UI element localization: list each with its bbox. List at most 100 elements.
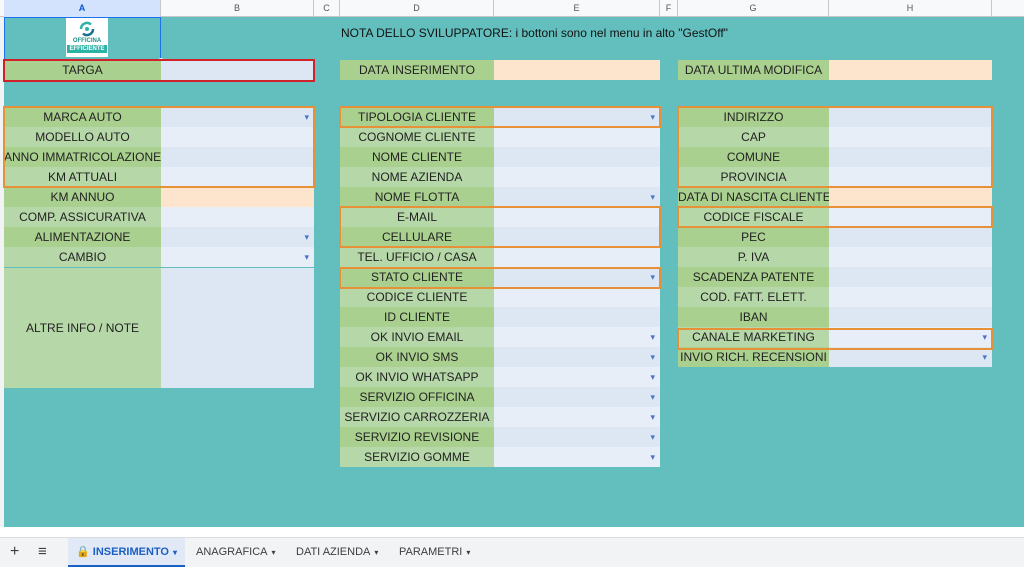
chevron-down-icon[interactable]: ▾: [304, 227, 309, 247]
tab-dati-azienda[interactable]: DATI AZIENDA ▾: [288, 538, 386, 567]
chevron-down-icon[interactable]: ▾: [650, 427, 655, 447]
address-field-label: INVIO RICH. RECENSIONI: [678, 347, 829, 367]
vehicle-field-input[interactable]: [161, 147, 314, 167]
client-field-label: NOME AZIENDA: [340, 167, 494, 187]
client-field-label: SERVIZIO CARROZZERIA: [340, 407, 494, 427]
lock-icon: 🔒: [76, 546, 90, 558]
address-field-input[interactable]: [829, 287, 992, 307]
column-header-a[interactable]: A: [4, 0, 161, 17]
client-field-input[interactable]: ▾: [494, 367, 660, 387]
address-field-label: IBAN: [678, 307, 829, 327]
data-ultima-modifica-input[interactable]: [829, 60, 992, 80]
address-field-label: CANALE MARKETING: [678, 327, 829, 347]
chevron-down-icon[interactable]: ▾: [650, 387, 655, 407]
menu-icon[interactable]: ≡: [38, 538, 47, 567]
address-field-input[interactable]: [829, 127, 992, 147]
vehicle-field-input[interactable]: ▾: [161, 227, 314, 247]
tab-parametri[interactable]: PARAMETRI ▾: [391, 538, 478, 567]
address-field-input[interactable]: [829, 267, 992, 287]
column-header-b[interactable]: B: [161, 0, 314, 17]
column-header-extra[interactable]: [992, 0, 1024, 17]
spreadsheet-grid[interactable]: OFFICINA EFFICIENTE NOTA DELLO SVILUPPAT…: [0, 17, 1024, 527]
client-field-input[interactable]: ▾: [494, 347, 660, 367]
client-field-input[interactable]: ▾: [494, 267, 660, 287]
chevron-down-icon[interactable]: ▾: [650, 447, 655, 467]
vehicle-field-input[interactable]: [161, 207, 314, 227]
tab-inserimento[interactable]: 🔒 INSERIMENTO ▾: [68, 538, 185, 567]
chevron-down-icon[interactable]: ▾: [650, 107, 655, 127]
address-field-input[interactable]: [829, 107, 992, 127]
chevron-down-icon[interactable]: ▾: [650, 367, 655, 387]
client-field-input[interactable]: [494, 307, 660, 327]
address-field-label: P. IVA: [678, 247, 829, 267]
chevron-down-icon[interactable]: ▾: [304, 247, 309, 267]
client-field-input[interactable]: [494, 147, 660, 167]
column-header-c[interactable]: C: [314, 0, 340, 17]
logo-cell[interactable]: OFFICINA EFFICIENTE: [4, 17, 161, 61]
address-field-input[interactable]: ▾: [829, 347, 992, 367]
client-field-label: CODICE CLIENTE: [340, 287, 494, 307]
vehicle-field-input[interactable]: [161, 187, 314, 207]
address-field-input[interactable]: [829, 247, 992, 267]
address-field-input[interactable]: [829, 187, 992, 207]
client-field-input[interactable]: [494, 167, 660, 187]
vehicle-field-label: CAMBIO: [4, 247, 161, 267]
column-header-bar: A B C D E F G H: [0, 0, 1024, 17]
client-field-input[interactable]: [494, 247, 660, 267]
address-field-input[interactable]: [829, 227, 992, 247]
targa-input[interactable]: [161, 60, 314, 80]
chevron-down-icon[interactable]: ▾: [374, 548, 378, 557]
chevron-down-icon[interactable]: ▾: [650, 327, 655, 347]
column-header-e[interactable]: E: [494, 0, 660, 17]
client-field-label: CELLULARE: [340, 227, 494, 247]
client-field-input[interactable]: ▾: [494, 427, 660, 447]
chevron-down-icon[interactable]: ▾: [466, 548, 470, 557]
chevron-down-icon[interactable]: ▾: [650, 407, 655, 427]
chevron-down-icon[interactable]: ▾: [173, 548, 177, 557]
address-field-label: CODICE FISCALE: [678, 207, 829, 227]
client-field-input[interactable]: ▾: [494, 327, 660, 347]
chevron-down-icon[interactable]: ▾: [650, 347, 655, 367]
client-field-input[interactable]: [494, 227, 660, 247]
vehicle-field-label: KM ATTUALI: [4, 167, 161, 187]
client-field-input[interactable]: ▾: [494, 447, 660, 467]
notes-input[interactable]: [161, 268, 314, 388]
address-field-input[interactable]: [829, 167, 992, 187]
client-field-label: SERVIZIO GOMME: [340, 447, 494, 467]
vehicle-field-input[interactable]: ▾: [161, 107, 314, 127]
chevron-down-icon[interactable]: ▾: [272, 548, 276, 557]
client-field-label: TEL. UFFICIO / CASA: [340, 247, 494, 267]
vehicle-field-input[interactable]: ▾: [161, 247, 314, 267]
data-inserimento-input[interactable]: [494, 60, 660, 80]
address-field-input[interactable]: [829, 207, 992, 227]
client-field-input[interactable]: ▾: [494, 107, 660, 127]
column-header-g[interactable]: G: [678, 0, 829, 17]
client-field-label: NOME CLIENTE: [340, 147, 494, 167]
chevron-down-icon[interactable]: ▾: [650, 267, 655, 287]
chevron-down-icon[interactable]: ▾: [650, 187, 655, 207]
address-field-input[interactable]: [829, 147, 992, 167]
client-field-input[interactable]: ▾: [494, 187, 660, 207]
chevron-down-icon[interactable]: ▾: [304, 107, 309, 127]
column-header-d[interactable]: D: [340, 0, 494, 17]
column-header-f[interactable]: F: [660, 0, 678, 17]
vehicle-field-input[interactable]: [161, 167, 314, 187]
tab-anagrafica[interactable]: ANAGRAFICA ▾: [188, 538, 284, 567]
vehicle-field-input[interactable]: [161, 127, 314, 147]
client-field-input[interactable]: ▾: [494, 387, 660, 407]
client-field-input[interactable]: [494, 127, 660, 147]
client-field-label: NOME FLOTTA: [340, 187, 494, 207]
chevron-down-icon[interactable]: ▾: [982, 327, 987, 347]
logo-text-line2: EFFICIENTE: [67, 45, 107, 53]
tab-parametri-label: PARAMETRI: [399, 546, 463, 558]
address-field-label: SCADENZA PATENTE: [678, 267, 829, 287]
plus-icon[interactable]: +: [10, 538, 19, 567]
address-field-input[interactable]: ▾: [829, 327, 992, 347]
client-field-input[interactable]: [494, 287, 660, 307]
address-field-input[interactable]: [829, 307, 992, 327]
client-field-input[interactable]: ▾: [494, 407, 660, 427]
data-ultima-modifica-label: DATA ULTIMA MODIFICA: [678, 60, 829, 80]
client-field-input[interactable]: [494, 207, 660, 227]
column-header-h[interactable]: H: [829, 0, 992, 17]
chevron-down-icon[interactable]: ▾: [982, 347, 987, 367]
